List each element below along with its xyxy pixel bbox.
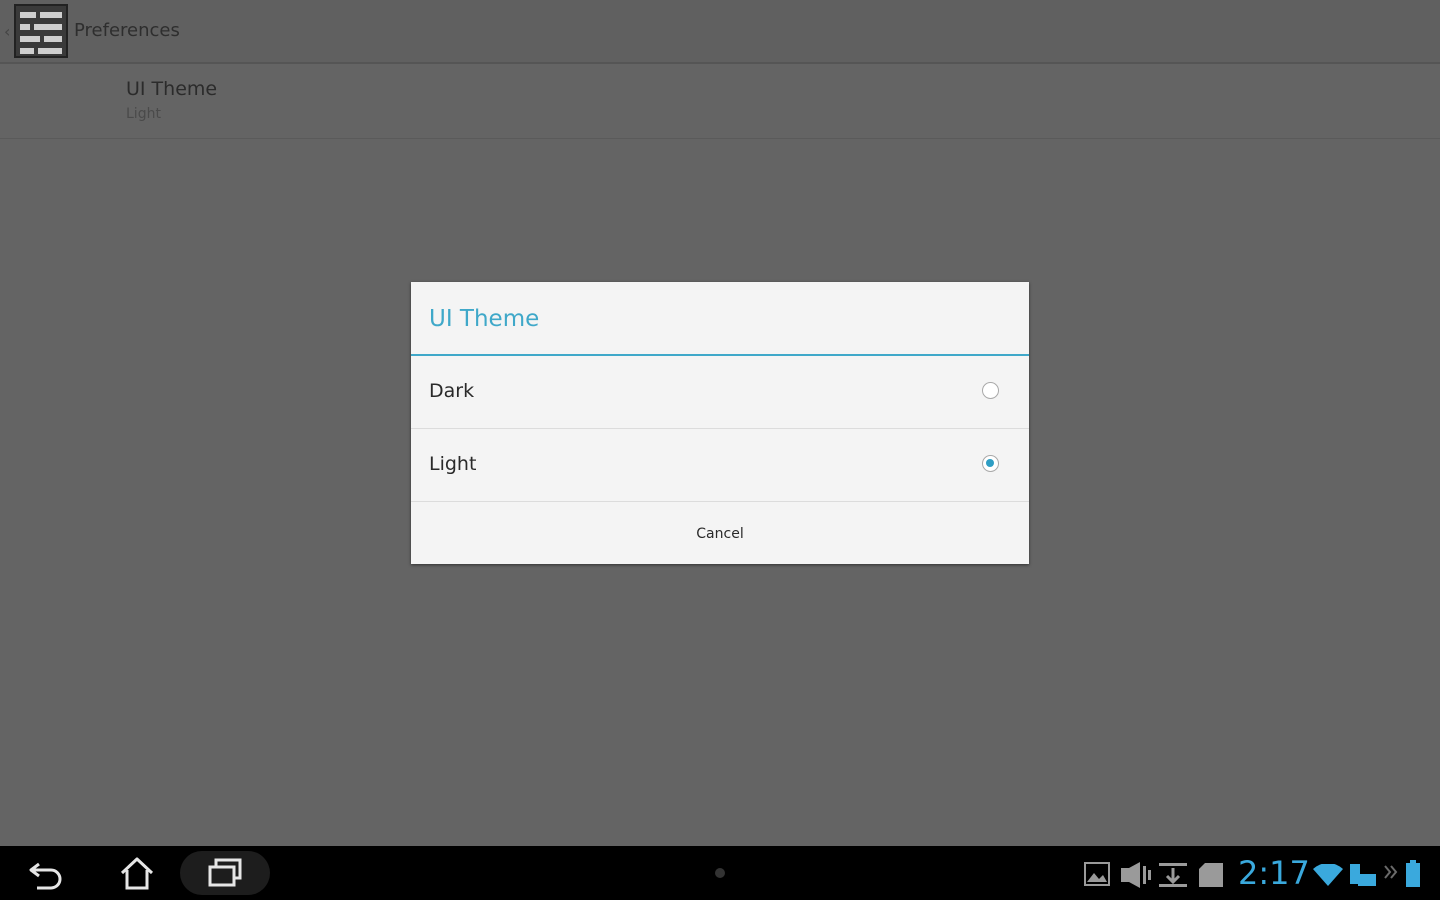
recent-apps-icon <box>208 858 242 887</box>
wifi-icon[interactable] <box>1313 864 1343 886</box>
dialog-title: UI Theme <box>429 306 540 332</box>
radio-dark[interactable] <box>982 382 999 399</box>
center-dot-icon <box>715 868 725 878</box>
option-dark[interactable]: Dark <box>411 356 1029 429</box>
preference-summary: Light <box>126 106 161 122</box>
up-caret-icon[interactable]: ‹ <box>4 22 10 41</box>
recent-apps-button[interactable] <box>180 851 270 895</box>
gallery-icon[interactable] <box>1084 862 1110 886</box>
option-label: Dark <box>429 380 475 402</box>
battery-icon[interactable] <box>1405 860 1421 888</box>
back-icon <box>29 862 62 890</box>
preference-title: UI Theme <box>126 78 218 100</box>
theme-dialog: UI Theme Dark Light Cancel <box>411 282 1029 564</box>
more-icon[interactable] <box>1383 862 1399 882</box>
home-icon <box>120 857 154 890</box>
home-button[interactable] <box>92 851 182 895</box>
download-icon[interactable] <box>1158 862 1188 888</box>
sd-card-icon[interactable] <box>1198 862 1224 888</box>
cancel-button[interactable]: Cancel <box>411 504 1029 564</box>
app-icon[interactable] <box>14 4 68 58</box>
option-light[interactable]: Light <box>411 429 1029 502</box>
system-nav-bar: 2:17 <box>0 846 1440 900</box>
app-title: Preferences <box>74 20 180 41</box>
action-bar: ‹ Preferences <box>0 0 1440 64</box>
keyboard-icon[interactable] <box>1348 862 1378 888</box>
clock: 2:17 <box>1238 854 1310 892</box>
preference-ui-theme[interactable]: UI Theme Light <box>0 68 1440 139</box>
media-icon[interactable] <box>1120 862 1152 888</box>
radio-light[interactable] <box>982 455 999 472</box>
back-button[interactable] <box>2 851 92 895</box>
option-label: Light <box>429 453 477 475</box>
